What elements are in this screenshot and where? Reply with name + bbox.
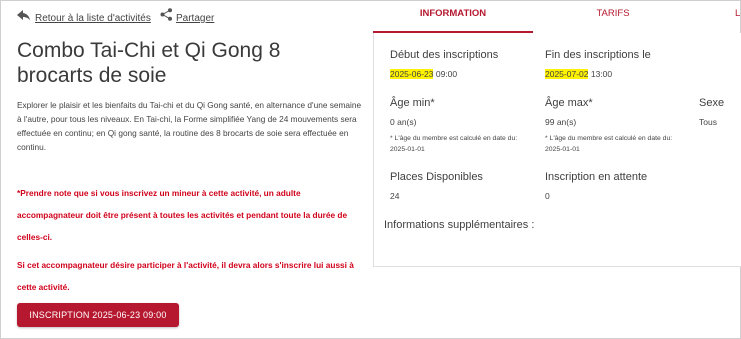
share-link-label: Partager (176, 13, 215, 24)
companion-warning: Si cet accompagnateur désire participer … (17, 260, 354, 292)
registration-end-label: Fin des inscriptions le (545, 49, 651, 61)
tab-more[interactable]: L (735, 0, 741, 31)
activity-title: Combo Tai-Chi et Qi Gong 8 brocarts de s… (17, 39, 281, 87)
back-link-label: Retour à la liste d'activités (35, 13, 151, 24)
extra-info-label: Informations supplémentaires : (384, 219, 535, 231)
waitlist-label: Inscription en attente (545, 171, 648, 183)
age-min-value: 0 an(s) (390, 117, 417, 127)
registration-end-value: 2025-07-02 13:00 (545, 69, 612, 79)
tab-bar: INFORMATION TARIFS L (373, 0, 741, 34)
tab-information[interactable]: INFORMATION (373, 0, 533, 33)
information-panel: Début des inscriptions 2025-06-23 09:00 … (373, 33, 741, 267)
age-max-label: Âge max* (545, 97, 593, 109)
age-max-note: * L'âge du membre est calculé en date du… (545, 135, 673, 153)
back-arrow-icon (17, 10, 30, 21)
activity-description: Explorer le plaisir et les bienfaits du … (17, 100, 362, 152)
minor-warning: *Prendre note que si vous inscrivez un m… (17, 188, 348, 242)
registration-start-label: Début des inscriptions (390, 49, 499, 61)
registration-end-date: 2025-07-02 (545, 69, 589, 79)
registration-start-value: 2025-06-23 09:00 (390, 69, 457, 79)
places-available-label: Places Disponibles (390, 171, 483, 183)
age-max-value: 99 an(s) (545, 117, 577, 127)
tab-tarifs[interactable]: TARIFS (533, 0, 693, 31)
registration-end-time: 13:00 (588, 69, 613, 79)
age-min-note: * L'âge du membre est calculé en date du… (390, 135, 518, 153)
places-available-value: 24 (390, 191, 400, 201)
sexe-value: Tous (699, 117, 717, 127)
age-min-label: Âge min* (390, 97, 435, 109)
share-icon (160, 8, 172, 21)
waitlist-value: 0 (545, 191, 550, 201)
signup-button[interactable]: INSCRIPTION 2025-06-23 09:00 (17, 303, 179, 327)
registration-start-date: 2025-06-23 (390, 69, 434, 79)
sexe-label: Sexe (699, 97, 725, 109)
registration-start-time: 09:00 (433, 69, 458, 79)
